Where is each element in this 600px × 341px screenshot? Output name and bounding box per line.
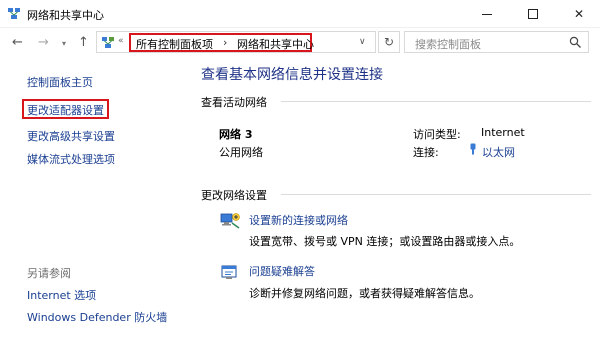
back-arrow-icon[interactable]: ← <box>12 35 23 50</box>
search-input[interactable]: 搜索控制面板 <box>404 31 589 53</box>
active-networks-heading: 查看活动网络 <box>201 96 267 109</box>
sidebar-item-home[interactable]: 控制面板主页 <box>27 74 93 90</box>
title-bar: 网络和共享中心 ✕ <box>0 0 600 28</box>
troubleshoot-icon <box>221 265 237 279</box>
ethernet-plug-icon <box>470 143 476 155</box>
address-dropdown-icon[interactable]: ∨ <box>359 37 366 47</box>
main-content: 查看基本网络信息并设置连接 查看活动网络 网络 3 公用网络 访问类型: Int… <box>201 58 600 341</box>
close-icon: ✕ <box>573 7 585 21</box>
search-placeholder: 搜索控制面板 <box>415 38 481 51</box>
section-divider <box>281 101 591 102</box>
sidebar-item-media-streaming[interactable]: 媒体流式处理选项 <box>27 151 115 167</box>
navigation-bar: ← → ▾ ↑ « 所有控制面板项 › 网络和共享中心 ∨ ↻ 搜索控制面板 <box>0 28 600 58</box>
forward-arrow-icon[interactable]: → <box>38 35 49 50</box>
change-settings-heading: 更改网络设置 <box>201 189 267 202</box>
up-arrow-icon[interactable]: ↑ <box>78 35 89 50</box>
network-type-link[interactable]: 公用网络 <box>219 144 263 160</box>
breadcrumb-separator-icon[interactable]: › <box>223 36 227 49</box>
address-bar[interactable]: « 所有控制面板项 › 网络和共享中心 ∨ <box>96 31 376 53</box>
maximize-icon <box>528 9 538 19</box>
maximize-button[interactable] <box>510 0 556 28</box>
sidebar-item-defender-firewall[interactable]: Windows Defender 防火墙 <box>27 309 167 325</box>
control-panel-icon <box>102 37 114 48</box>
breadcrumb: 所有控制面板项 › 网络和共享中心 <box>129 33 314 52</box>
overflow-chevron-icon[interactable]: « <box>118 36 124 46</box>
access-type-value: Internet <box>481 126 525 139</box>
recent-locations-chevron-icon[interactable]: ▾ <box>62 39 66 48</box>
setup-connection-description: 设置宽带、拨号或 VPN 连接；或设置路由器或接入点。 <box>249 235 521 248</box>
access-type-label: 访问类型: <box>413 128 461 141</box>
breadcrumb-item-network-sharing[interactable]: 网络和共享中心 <box>237 36 314 52</box>
minimize-button[interactable] <box>464 0 510 28</box>
section-divider <box>281 194 591 195</box>
setup-connection-link[interactable]: 设置新的连接或网络 <box>249 212 348 228</box>
breadcrumb-item-control-panel[interactable]: 所有控制面板项 <box>136 36 213 52</box>
connection-label: 连接: <box>413 146 439 159</box>
minimize-icon <box>482 13 492 15</box>
refresh-icon: ↻ <box>383 35 395 49</box>
network-name: 网络 3 <box>219 128 253 141</box>
troubleshoot-description: 诊断并修复网络问题，或者获得疑难解答信息。 <box>249 287 480 300</box>
ethernet-connection-link[interactable]: 以太网 <box>482 144 515 160</box>
close-button[interactable]: ✕ <box>556 0 600 28</box>
new-connection-icon <box>220 213 240 229</box>
sidebar-item-change-adapter[interactable]: 更改适配器设置 <box>27 102 104 118</box>
refresh-button[interactable]: ↻ <box>378 31 400 53</box>
search-icon[interactable] <box>569 36 582 49</box>
window-title: 网络和共享中心 <box>27 9 104 22</box>
troubleshoot-link[interactable]: 问题疑难解答 <box>249 263 315 279</box>
sidebar-item-advanced-sharing[interactable]: 更改高级共享设置 <box>27 128 115 144</box>
sidebar: 控制面板主页 更改适配器设置 更改高级共享设置 媒体流式处理选项 另请参阅 In… <box>0 58 185 341</box>
network-sharing-center-icon <box>8 8 20 19</box>
see-also-heading: 另请参阅 <box>27 267 71 280</box>
page-title: 查看基本网络信息并设置连接 <box>201 67 383 83</box>
sidebar-item-internet-options[interactable]: Internet 选项 <box>27 287 96 303</box>
